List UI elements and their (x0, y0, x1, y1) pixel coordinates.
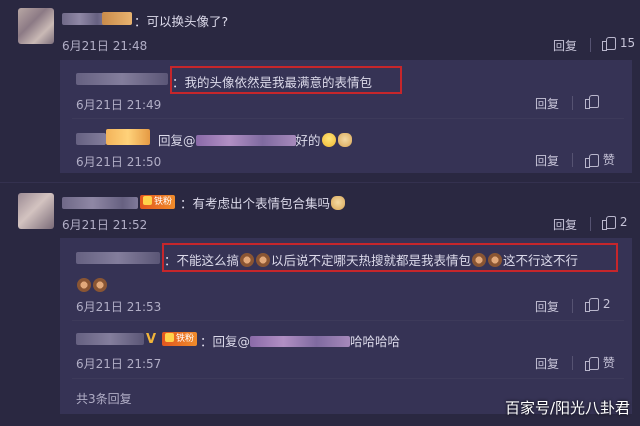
timestamp: 6月21日 21:50 (76, 155, 162, 169)
like-count: 2 (602, 297, 611, 311)
avatar[interactable] (18, 8, 54, 44)
divider (72, 118, 624, 119)
like-count: 15 (619, 36, 636, 50)
username[interactable] (62, 13, 106, 25)
mention[interactable] (195, 135, 296, 146)
thumbs-up-icon (585, 356, 599, 371)
fan-badge (102, 12, 132, 25)
fan-badge: 铁粉 (162, 332, 198, 346)
reply-button[interactable]: 回复 (535, 95, 559, 112)
mention[interactable] (250, 336, 351, 347)
divider (72, 320, 624, 321)
like-button[interactable]: 2 (585, 297, 611, 312)
reply-prefix: 回复@ (158, 133, 196, 148)
monkey-emoji-icon (240, 253, 255, 267)
like-button[interactable] (585, 94, 599, 109)
doge-emoji-icon (337, 133, 352, 147)
thumbs-up-icon (585, 94, 599, 109)
monkey-emoji-icon (93, 278, 107, 292)
divider (0, 182, 640, 183)
reply-text: ：回复@ 哈哈哈哈 (200, 334, 401, 349)
thumbs-up-icon (602, 36, 616, 51)
username[interactable] (62, 197, 138, 209)
doge-emoji-icon (331, 196, 346, 210)
timestamp: 6月21日 21:53 (76, 300, 162, 314)
reply-button[interactable]: 回复 (535, 298, 559, 315)
username[interactable] (76, 333, 144, 345)
divider (572, 96, 573, 110)
timestamp: 6月21日 21:52 (62, 218, 148, 232)
comment-text: ：可以换头像了? (134, 14, 229, 29)
like-button[interactable]: 2 (602, 215, 628, 230)
like-label: 赞 (602, 356, 615, 370)
fan-badge: 铁粉 (140, 195, 176, 209)
monkey-emoji-icon (488, 253, 503, 267)
timestamp: 6月21日 21:48 (62, 39, 148, 53)
divider (572, 356, 573, 370)
timestamp: 6月21日 21:57 (76, 357, 162, 371)
monkey-emoji-icon (472, 253, 487, 267)
reply-button[interactable]: 回复 (553, 216, 577, 233)
thumbs-up-icon (602, 215, 616, 230)
reply-button[interactable]: 回复 (553, 37, 577, 54)
username[interactable] (76, 73, 168, 85)
reply-text: ：不能这么搞 以后说不定哪天热搜就都是我表情包 这不行这不行 (164, 253, 579, 268)
like-button[interactable]: 15 (602, 36, 636, 51)
comment-text: ：有考虑出个表情包合集吗 (180, 193, 346, 212)
monkey-emoji-icon (256, 253, 271, 267)
verified-icon: V (146, 332, 157, 347)
reply-text: 回复@ 好的 (158, 130, 353, 149)
reply-text: ：我的头像依然是我最满意的表情包 (172, 75, 373, 90)
divider (572, 153, 573, 167)
divider (72, 378, 624, 379)
divider (572, 299, 573, 313)
reply-emoji-line (76, 275, 108, 294)
thumbs-up-icon (585, 153, 599, 168)
like-label: 赞 (602, 153, 615, 167)
like-count: 2 (619, 215, 628, 229)
reply-body: 好的 (295, 133, 321, 148)
divider (590, 38, 591, 52)
grin-emoji-icon (321, 133, 336, 147)
view-all-replies-link[interactable]: 共3条回复 (76, 390, 132, 407)
monkey-emoji-icon (77, 278, 91, 292)
divider (590, 217, 591, 231)
like-button[interactable]: 赞 (585, 354, 615, 371)
watermark: 百家号/阳光八卦君 (504, 399, 630, 417)
username[interactable] (76, 252, 160, 264)
thumbs-up-icon (585, 297, 599, 312)
fan-badge (106, 129, 150, 145)
reply-button[interactable]: 回复 (535, 355, 559, 372)
like-button[interactable]: 赞 (585, 151, 615, 168)
reply-button[interactable]: 回复 (535, 152, 559, 169)
avatar[interactable] (18, 193, 54, 229)
timestamp: 6月21日 21:49 (76, 98, 162, 112)
username[interactable] (76, 133, 106, 145)
